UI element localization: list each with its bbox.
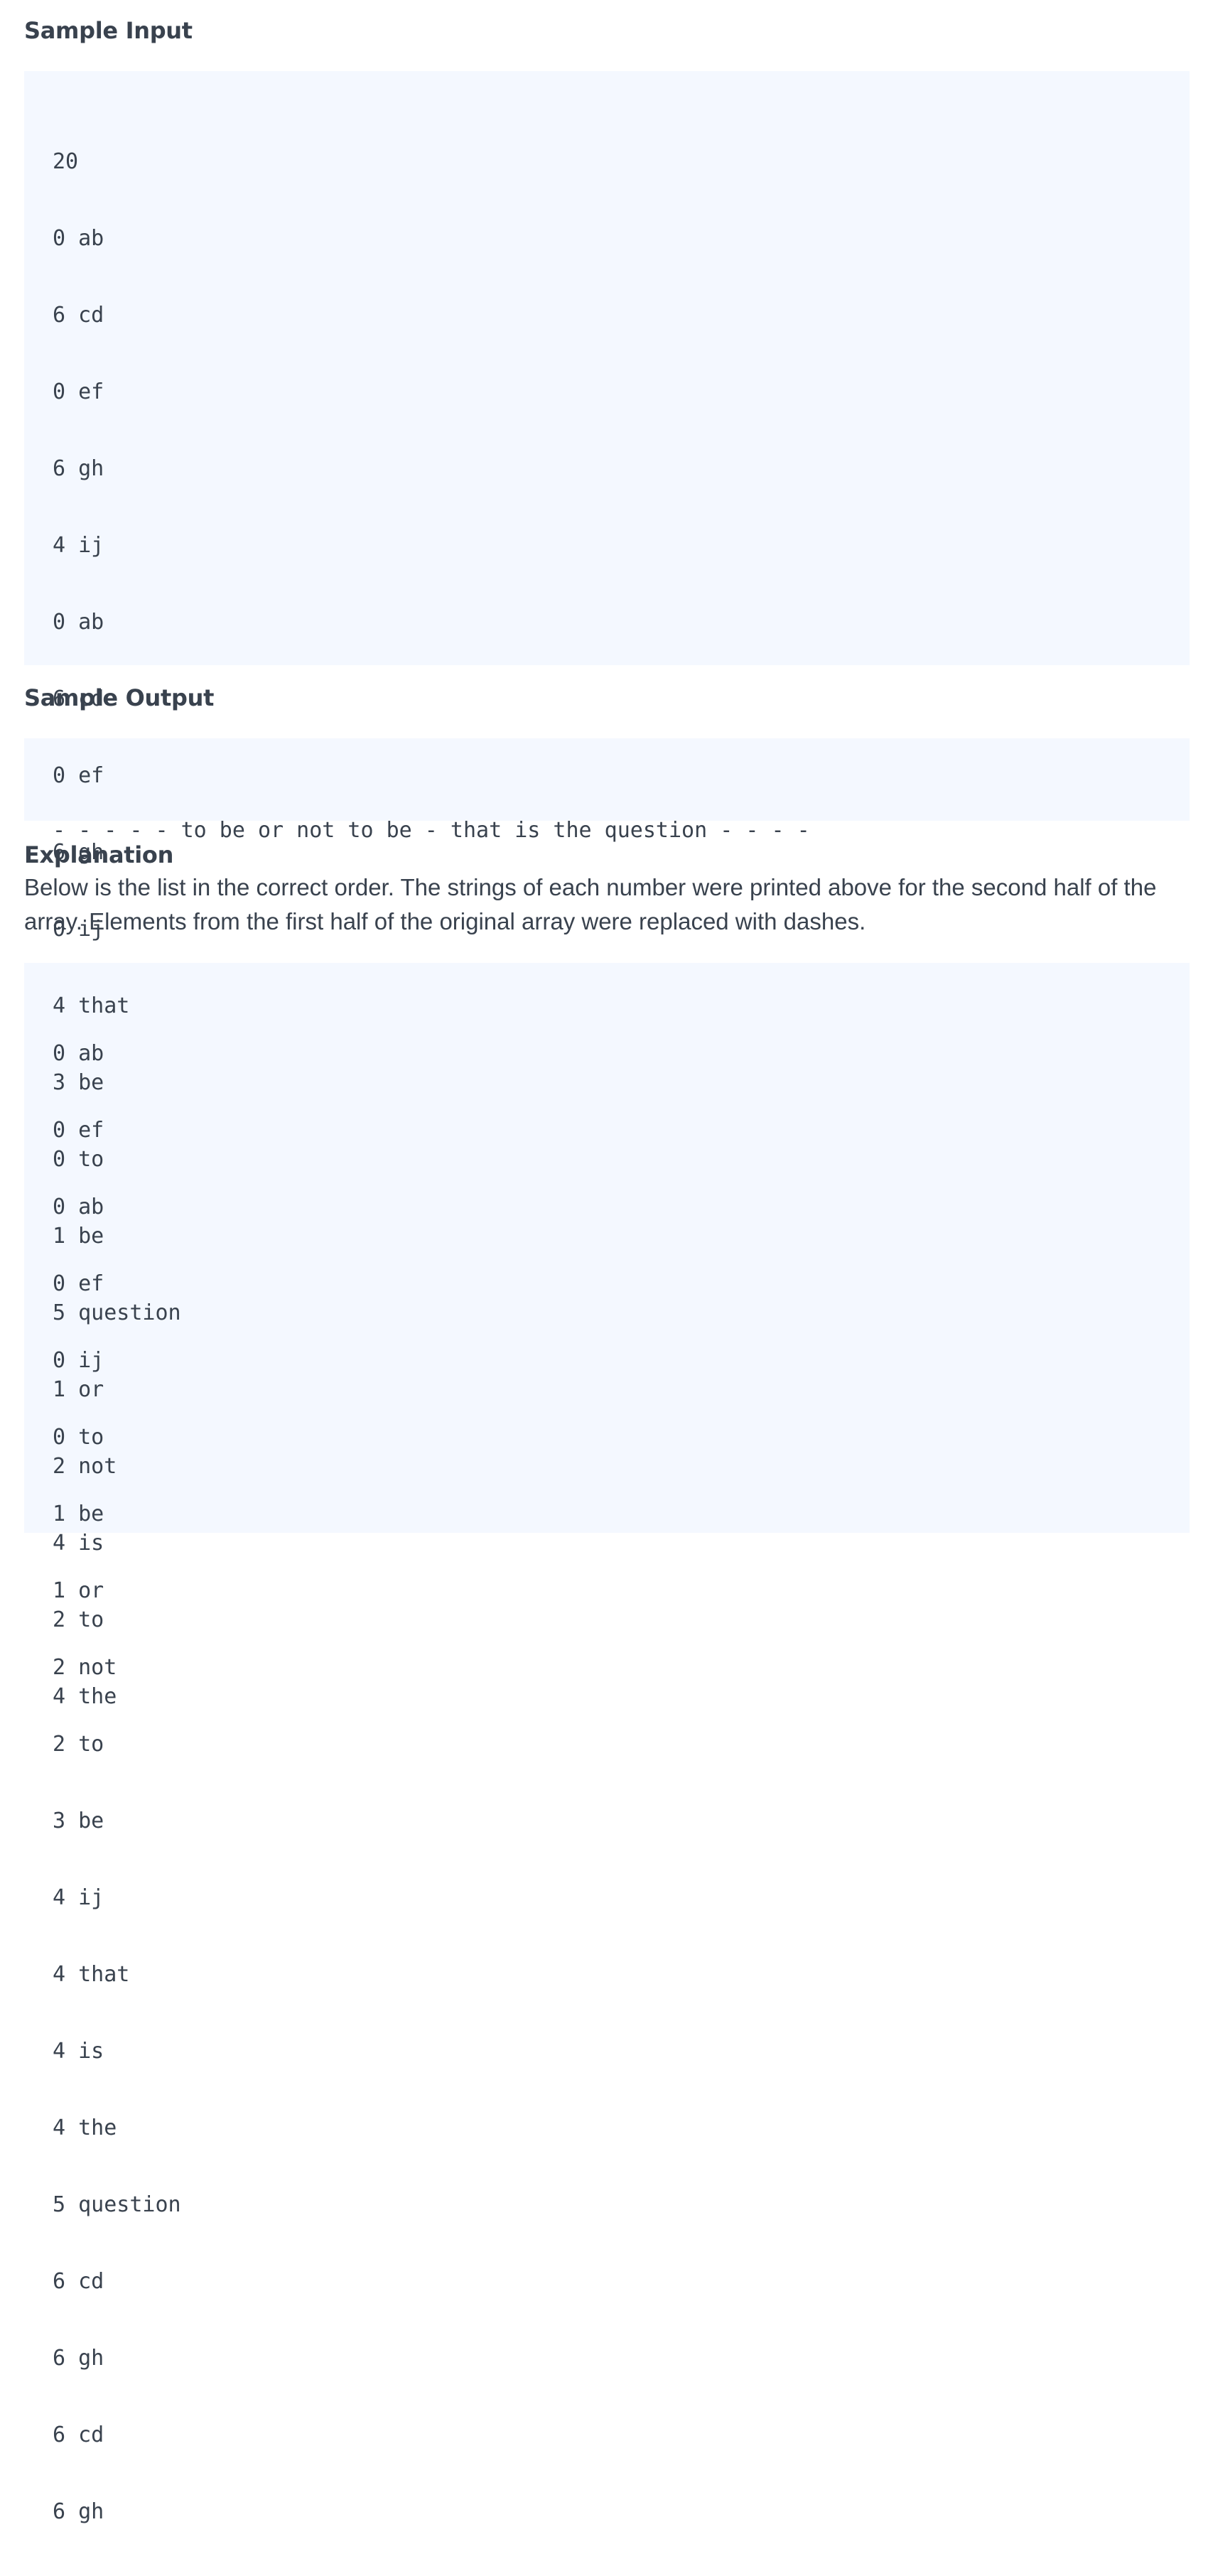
code-line: 5 question xyxy=(53,2192,181,2217)
code-line: 1 or xyxy=(53,1578,104,1603)
code-line: 4 that xyxy=(53,1962,130,1987)
sample-output-heading: Sample Output xyxy=(24,684,215,711)
code-line: 6 cd xyxy=(53,2423,104,2447)
code-line: 0 ef xyxy=(53,379,104,404)
code-line: 6 gh xyxy=(53,456,104,481)
problem-statement: Sample Input 20 0 ab 6 cd 0 ef 6 gh 4 ij… xyxy=(24,0,1190,2524)
code-line: 2 to xyxy=(53,1607,104,1632)
sorted-list-code: 0 ab 0 ef 0 ab 0 ef 0 ij 0 to 1 be 1 or … xyxy=(24,963,1190,2524)
code-line: 6 gh xyxy=(53,2346,104,2371)
explanation-heading: Explanation xyxy=(24,841,174,868)
code-line: - - - - - to be or not to be - that is t… xyxy=(53,818,810,843)
code-line: 1 be xyxy=(53,1502,104,1526)
code-line: 0 ef xyxy=(53,1118,104,1143)
code-line: 0 ij xyxy=(53,1348,104,1373)
code-line: 0 ef xyxy=(53,1271,104,1296)
code-line: 2 not xyxy=(53,1655,117,1680)
code-line: 6 cd xyxy=(53,303,104,328)
code-line: 4 ij xyxy=(53,533,104,558)
code-line: 0 ab xyxy=(53,1041,104,1066)
code-line: 4 is xyxy=(53,2039,104,2064)
code-line: 0 ab xyxy=(53,610,104,635)
code-line: 4 ij xyxy=(53,1885,104,1910)
code-line: 6 cd xyxy=(53,2269,104,2294)
code-line: 4 the xyxy=(53,1684,117,1709)
code-line: 2 to xyxy=(53,1732,104,1757)
code-line: 0 ab xyxy=(53,226,104,251)
code-line: 0 ab xyxy=(53,1195,104,1219)
code-line: 3 be xyxy=(53,1809,104,1833)
sample-output-code: - - - - - to be or not to be - that is t… xyxy=(24,738,1190,843)
code-line: 20 xyxy=(53,149,79,174)
sample-input-code: 20 0 ab 6 cd 0 ef 6 gh 4 ij 0 ab 6 cd 0 … xyxy=(24,71,1190,1709)
explanation-text: Below is the list in the correct order. … xyxy=(24,874,1157,934)
code-line: 0 to xyxy=(53,1425,104,1450)
code-line: 6 gh xyxy=(53,2499,104,2524)
sample-input-heading: Sample Input xyxy=(24,17,193,44)
code-line: 4 the xyxy=(53,2116,117,2140)
